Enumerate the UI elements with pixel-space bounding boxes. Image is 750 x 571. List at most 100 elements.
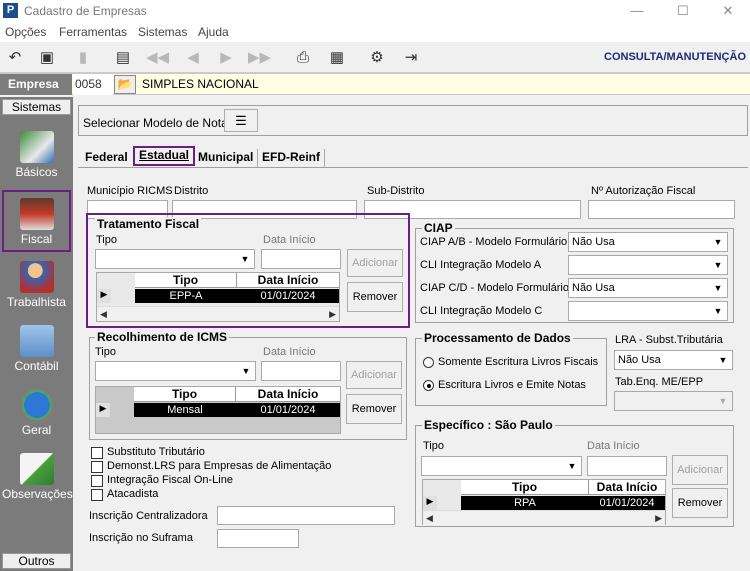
recolhimento-grid: Tipo Data Início ▶ Mensal 01/01/2024 xyxy=(95,386,341,434)
chevron-down-icon: ▼ xyxy=(718,396,728,406)
autorizacao-input[interactable] xyxy=(588,200,735,219)
close-button[interactable]: ✕ xyxy=(718,2,738,19)
grid-header-tipo: Tipo xyxy=(461,480,589,495)
options-checkboxes: Substituto Tributário Demonst.LRS para E… xyxy=(91,446,411,506)
sidebar-item-fiscal[interactable]: Fiscal xyxy=(2,190,71,252)
sidebar-header-outros[interactable]: Outros xyxy=(2,553,71,569)
especifico-tipo-select[interactable]: ▼ xyxy=(421,456,582,476)
scroll-left-icon[interactable]: ◀ xyxy=(100,309,107,320)
atacadista-checkbox[interactable] xyxy=(91,489,103,501)
info-globe-icon xyxy=(19,389,54,421)
chevron-down-icon: ▼ xyxy=(240,254,250,264)
cli-c-select[interactable]: ▼ xyxy=(568,301,728,321)
last-record-icon[interactable]: ▶▶ xyxy=(248,47,271,69)
tratamento-scrollbar[interactable]: ◀ ▶ xyxy=(97,306,339,321)
scroll-right-icon[interactable]: ▶ xyxy=(329,309,336,320)
exit-icon[interactable]: ⇥ xyxy=(400,47,422,69)
especifico-add-button[interactable]: Adicionar xyxy=(672,455,728,485)
menu-ajuda[interactable]: Ajuda xyxy=(198,25,229,39)
inscricao-suframa-label: Inscrição no Suframa xyxy=(89,532,193,544)
report-icon[interactable]: ▦ xyxy=(326,47,348,69)
search-document-icon[interactable]: ▤ xyxy=(112,47,134,69)
sidebar-item-contabil[interactable]: Contábil xyxy=(2,319,71,381)
especifico-scrollbar[interactable]: ◀ ▶ xyxy=(423,510,665,525)
sidebar-item-label: Geral xyxy=(21,423,52,437)
especifico-remove-button[interactable]: Remover xyxy=(672,488,728,518)
demonst-lrs-checkbox[interactable] xyxy=(91,461,103,473)
empresa-code-field[interactable]: 0058 xyxy=(73,74,113,95)
undo-icon[interactable]: ↶ xyxy=(4,47,26,69)
tab-efd-reinf[interactable]: EFD-Reinf xyxy=(257,149,325,167)
tab-divider xyxy=(78,167,748,168)
recolhimento-remove-button[interactable]: Remover xyxy=(346,394,402,424)
demonst-lrs-label: Demonst.LRS para Empresas de Alimentação xyxy=(107,460,332,472)
tools-icon[interactable]: ⚙ xyxy=(366,47,388,69)
chevron-down-icon: ▼ xyxy=(713,237,723,247)
lra-value: Não Usa xyxy=(618,354,661,366)
autorizacao-label: Nº Autorização Fiscal xyxy=(591,185,696,197)
select-modelo-button[interactable]: ☰ xyxy=(224,109,258,132)
recolhimento-add-button[interactable]: Adicionar xyxy=(346,361,402,389)
mode-label: CONSULTA/MANUTENÇÃO xyxy=(604,51,746,63)
recolhimento-data-input[interactable] xyxy=(261,361,341,381)
especifico-data-input[interactable] xyxy=(587,456,667,476)
maximize-button[interactable]: ☐ xyxy=(673,2,693,19)
empresa-bar: Empresa 0058 📂 SIMPLES NACIONAL xyxy=(0,73,750,95)
chevron-down-icon: ▼ xyxy=(718,355,728,365)
save-icon[interactable]: ▣ xyxy=(36,47,58,69)
ciap-cd-select[interactable]: Não Usa ▼ xyxy=(568,278,728,298)
tab-municipal[interactable]: Municipal xyxy=(194,149,257,167)
scroll-right-icon[interactable]: ▶ xyxy=(655,513,662,524)
tab-federal[interactable]: Federal xyxy=(81,149,132,167)
table-row-data[interactable]: 01/01/2024 xyxy=(589,496,665,510)
table-row-tipo[interactable]: EPP-A xyxy=(135,289,237,303)
table-row-tipo[interactable]: Mensal xyxy=(134,403,236,417)
ciap-ab-label: CIAP A/B - Modelo Formulário xyxy=(420,236,568,248)
modelo-nota-panel: Selecionar Modelo de Nota ☰ xyxy=(78,105,748,136)
menu-sistemas[interactable]: Sistemas xyxy=(138,25,187,39)
opt-escritura-radio[interactable] xyxy=(423,380,434,391)
recolhimento-tipo-select[interactable]: ▼ xyxy=(95,361,256,381)
substituto-checkbox[interactable] xyxy=(91,447,103,459)
open-folder-icon[interactable]: 📂 xyxy=(114,75,136,94)
tab-enq-select[interactable]: ▼ xyxy=(614,391,733,411)
sidebar: Sistemas Básicos Fiscal Trabalhista Cont… xyxy=(0,97,73,571)
sidebar-item-geral[interactable]: Geral xyxy=(2,383,71,445)
minimize-button[interactable]: — xyxy=(627,2,647,19)
previous-record-icon[interactable]: ◀ xyxy=(182,47,204,69)
ciap-ab-select[interactable]: Não Usa ▼ xyxy=(568,232,728,252)
tratamento-data-input[interactable] xyxy=(261,249,341,269)
table-row-data[interactable]: 01/01/2024 xyxy=(236,403,340,417)
app-icon: P xyxy=(3,3,18,18)
tratamento-add-button[interactable]: Adicionar xyxy=(347,249,403,277)
table-row-tipo[interactable]: RPA xyxy=(461,496,589,510)
tratamento-remove-button[interactable]: Remover xyxy=(347,282,403,312)
next-record-icon[interactable]: ▶ xyxy=(215,47,237,69)
print-icon[interactable]: ⎙ xyxy=(292,47,314,69)
tab-estadual[interactable]: Estadual xyxy=(133,146,196,166)
menu-ferramentas[interactable]: Ferramentas xyxy=(59,25,127,39)
ciap-title: CIAP xyxy=(422,221,455,235)
inscricao-suframa-input[interactable] xyxy=(217,529,299,548)
tratamento-fiscal-panel: Tratamento Fiscal Tipo Data Início ▼ Adi… xyxy=(86,213,410,328)
modelo-nota-label: Selecionar Modelo de Nota xyxy=(83,116,228,130)
sidebar-item-trabalhista[interactable]: Trabalhista xyxy=(2,255,71,317)
sidebar-item-observacoes[interactable]: Observações xyxy=(2,447,73,509)
scroll-left-icon[interactable]: ◀ xyxy=(426,513,433,524)
table-row-data[interactable]: 01/01/2024 xyxy=(237,289,339,303)
integracao-checkbox[interactable] xyxy=(91,475,103,487)
tratamento-tipo-select[interactable]: ▼ xyxy=(95,249,255,269)
sidebar-item-basicos[interactable]: Básicos xyxy=(2,125,71,187)
first-record-icon[interactable]: ◀◀ xyxy=(146,47,169,69)
cli-a-select[interactable]: ▼ xyxy=(568,255,728,275)
chevron-down-icon: ▼ xyxy=(567,461,577,471)
bookmark-icon[interactable]: ▮ xyxy=(72,47,94,69)
sidebar-item-label: Básicos xyxy=(15,165,58,179)
especifico-grid: Tipo Data Início ▶ RPA 01/01/2024 ◀ ▶ xyxy=(422,479,666,525)
grid-header-data: Data Início xyxy=(237,273,339,288)
menu-opcoes[interactable]: Opções xyxy=(5,25,46,39)
inscricao-centralizadora-input[interactable] xyxy=(217,506,395,525)
lra-select[interactable]: Não Usa ▼ xyxy=(614,350,733,370)
sidebar-header-sistemas[interactable]: Sistemas xyxy=(2,99,71,115)
opt-somente-radio[interactable] xyxy=(423,357,434,368)
